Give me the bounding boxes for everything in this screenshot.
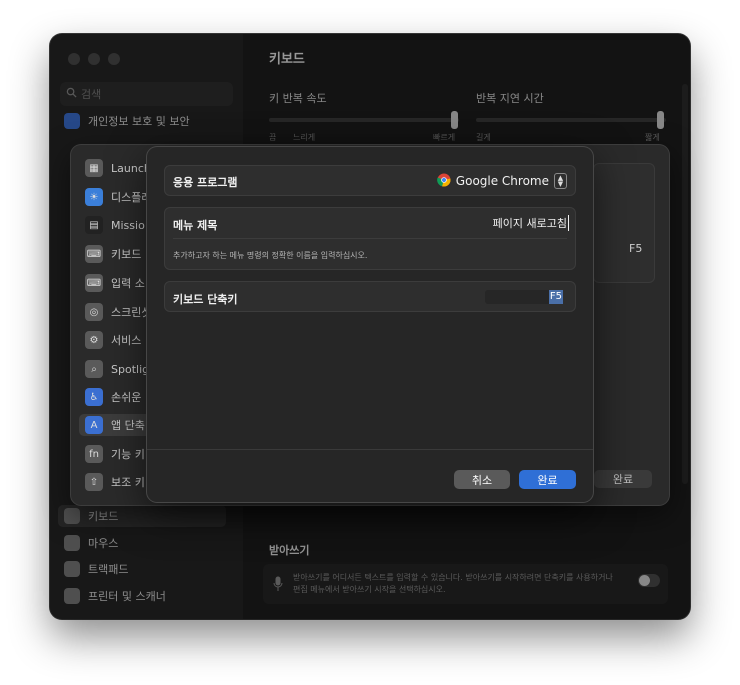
shortcut-category-screenshots[interactable]: ◎ 스크린샷 <box>85 301 151 323</box>
shortcut-category-modifier-keys[interactable]: ⇧ 보조 키 <box>85 471 145 493</box>
shortcut-category-spotlight[interactable]: ⌕ Spotlig <box>85 358 149 380</box>
chrome-icon <box>436 173 451 190</box>
mission-control-icon: ▤ <box>85 216 103 234</box>
done-button[interactable]: 완료 <box>519 470 576 489</box>
menu-title-row: 메뉴 제목 페이지 새로고침 추가하고자 하는 메뉴 명령의 정확한 이름을 입… <box>164 207 576 270</box>
spotlight-icon: ⌕ <box>85 360 103 378</box>
shortcut-recorder-field[interactable]: F5 <box>485 290 563 304</box>
menu-title-hint: 추가하고자 하는 메뉴 명령의 정확한 이름을 입력하십시오. <box>173 251 368 260</box>
gear-icon: ⚙ <box>85 331 103 349</box>
menu-title-input[interactable]: 페이지 새로고침 <box>493 215 569 231</box>
menu-title-label: 메뉴 제목 <box>173 219 218 232</box>
modifier-key-icon: ⇧ <box>85 473 103 491</box>
keyboard-icon: ⌨ <box>85 245 103 263</box>
divider <box>173 238 567 239</box>
shortcut-key-f5: F5 <box>629 242 643 255</box>
cancel-button[interactable]: 취소 <box>454 470 510 489</box>
launchpad-icon: ▦ <box>85 159 103 177</box>
screenshot-icon: ◎ <box>85 303 103 321</box>
shortcut-category-keyboard[interactable]: ⌨ 키보드 <box>85 243 141 265</box>
shortcut-category-services[interactable]: ⚙ 서비스 <box>85 329 141 351</box>
shortcut-category-display[interactable]: ☀ 디스플레 <box>85 186 151 208</box>
application-label: 응용 프로그램 <box>173 176 238 189</box>
application-select[interactable]: Google Chrome ▲ ▼ <box>436 171 567 191</box>
application-row: 응용 프로그램 Google Chrome ▲ ▼ <box>164 165 576 196</box>
function-key-icon: fn <box>85 445 103 463</box>
sheet-done-button[interactable]: 완료 <box>594 470 652 488</box>
application-value: Google Chrome <box>455 174 549 188</box>
keyboard-shortcut-label: 키보드 단축키 <box>173 293 238 306</box>
shortcut-category-accessibility[interactable]: ♿ 손쉬운 <box>85 386 141 408</box>
keyboard-shortcut-row: 키보드 단축키 F5 <box>164 281 576 312</box>
input-source-icon: ⌨ <box>85 274 103 292</box>
accessibility-icon: ♿ <box>85 388 103 406</box>
shortcut-category-app-shortcuts[interactable]: A앱 단축 <box>79 414 155 436</box>
display-icon: ☀ <box>85 188 103 206</box>
footer-divider <box>147 449 593 450</box>
add-shortcut-dialog: 응용 프로그램 Google Chrome ▲ ▼ 메뉴 제목 페이지 새로고침 … <box>147 147 593 502</box>
shortcut-list-panel <box>593 163 655 283</box>
app-store-icon: A <box>85 416 103 434</box>
shortcut-recorder-value: F5 <box>548 290 563 304</box>
chevron-updown-icon: ▲ ▼ <box>554 173 567 189</box>
shortcut-category-function-keys[interactable]: fn 기능 키 <box>85 443 145 465</box>
shortcut-category-input-sources[interactable]: ⌨ 입력 소 <box>85 272 145 294</box>
shortcut-category-mission-control[interactable]: ▤ Missio <box>85 214 145 236</box>
